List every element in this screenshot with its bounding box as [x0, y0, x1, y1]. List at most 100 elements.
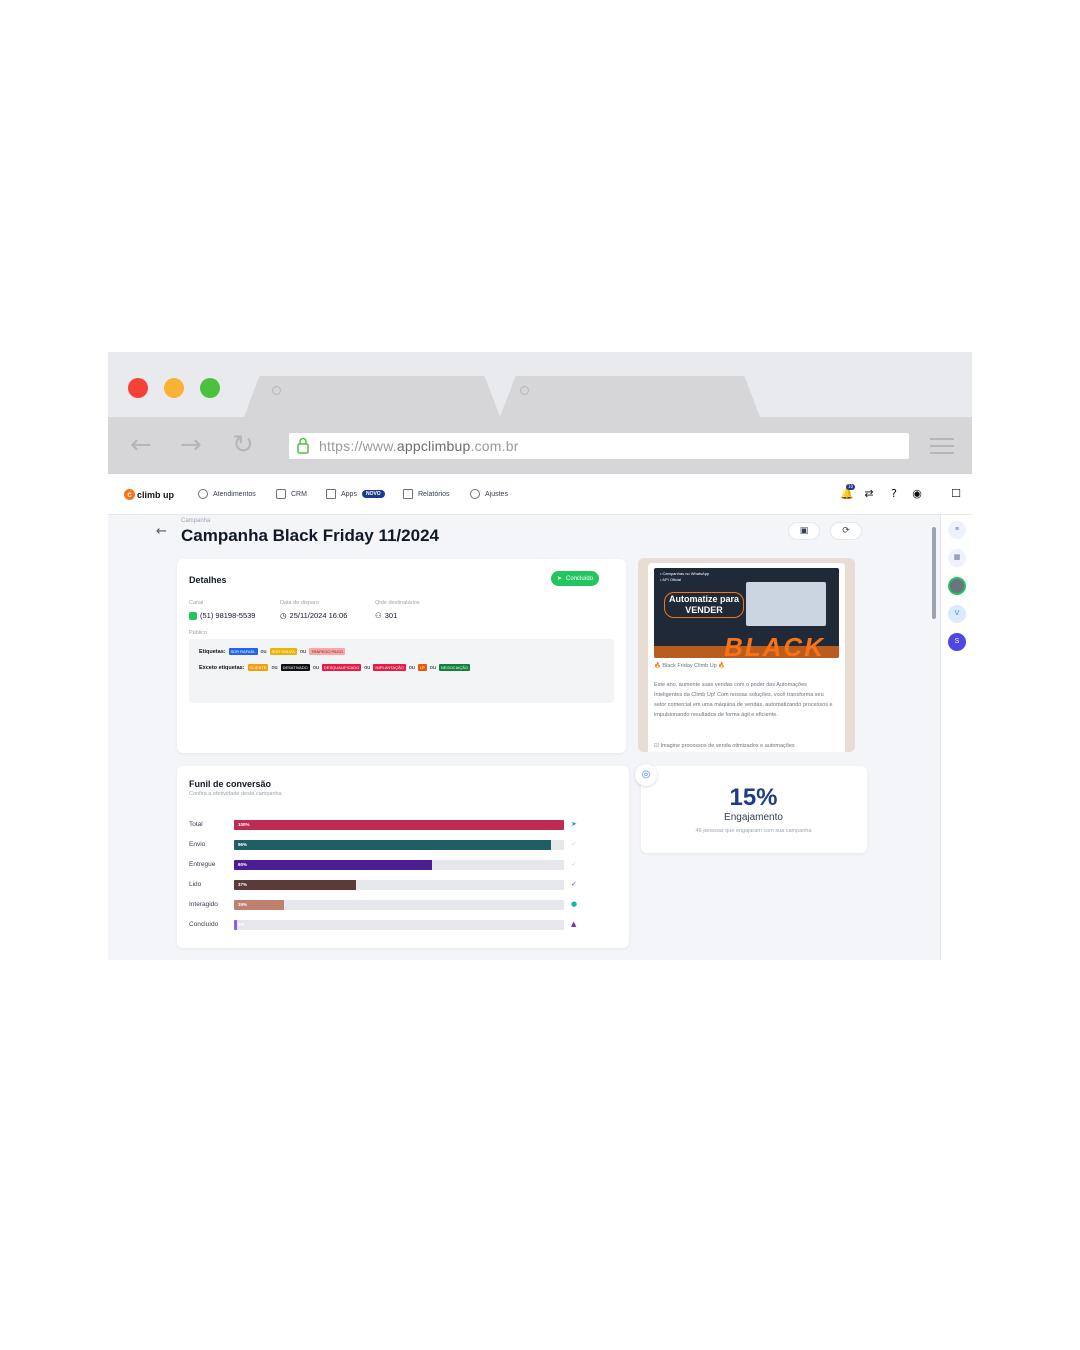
funnel-bar-pct: 60% — [238, 862, 248, 867]
nav-ajustes[interactable]: Ajustes — [470, 489, 508, 499]
funnel-subheading: Confira a efetividade desta campanha — [189, 791, 282, 797]
help-icon[interactable]: ? — [888, 488, 900, 500]
funnel-card: Funil de conversão Confira a efetividade… — [177, 766, 629, 948]
avatar-s[interactable]: S — [948, 633, 966, 651]
funnel-bar-track: 100% — [234, 820, 564, 830]
send-icon: ➤ — [571, 820, 577, 828]
close-window-button[interactable] — [128, 378, 148, 398]
new-badge: NOVO — [361, 490, 385, 498]
clock-icon: ◷ — [280, 611, 287, 620]
engagement-card: ◎ 15% Engajamento 46 pessoas que engajar… — [635, 764, 867, 853]
thumbs-up-icon: ▲ — [571, 920, 577, 928]
audience-tags-box: Etiquetas: SDR RAFAEL ou SDR SOUZA ou TR… — [189, 639, 614, 703]
send-icon: ➤ — [557, 576, 563, 582]
gear-icon — [470, 489, 480, 499]
browser-navbar: ← → ↻ https://www.appclimbup.com.br — [108, 417, 972, 474]
message-title: 🔥 Black Friday Climb Up 🔥 — [654, 663, 726, 669]
promo-screen — [746, 582, 826, 626]
nav-relatorios[interactable]: Relatórios — [403, 489, 450, 499]
browser-window: ← → ↻ https://www.appclimbup.com.br c cli… — [108, 352, 972, 960]
whatsapp-icon — [189, 611, 197, 620]
double-check-icon: ✓ — [571, 860, 577, 868]
breadcrumb[interactable]: Campanha — [181, 518, 210, 524]
funnel-bar-pct: 96% — [238, 842, 248, 847]
export-button[interactable]: ▣ — [788, 522, 820, 540]
funnel-bar-track: 1% — [234, 920, 564, 930]
exclude-tags-row: Exceto etiquetas: CLIENTE ou DESATIVADO … — [199, 664, 471, 671]
date-value: ◷ 25/11/2024 16:06 — [280, 611, 348, 620]
chat-panel-icon[interactable]: ☐ — [950, 488, 962, 500]
funnel-bar: 37% — [234, 880, 357, 890]
forward-button[interactable]: → — [180, 432, 202, 458]
funnel-bar-track: 37% — [234, 880, 564, 890]
tag-chip: LP — [417, 664, 427, 671]
tag-chip: DESQUALIFICADO — [321, 664, 362, 671]
reload-button[interactable]: ↻ — [232, 432, 254, 458]
report-icon — [403, 489, 413, 499]
bell-icon[interactable]: 🔔 10 — [840, 484, 856, 500]
chat-dot-icon: ● — [571, 900, 578, 908]
funnel-bar: 15% — [234, 900, 284, 910]
building-icon[interactable]: ▦ — [948, 549, 966, 567]
browser-menu-icon[interactable] — [930, 438, 954, 454]
avatar-v[interactable]: V — [948, 605, 966, 623]
tag-chip: SDR RAFAEL — [228, 648, 258, 655]
nodes-icon — [276, 489, 286, 499]
promo-top-text: • Campanhas no WhatsApp • API Oficial — [660, 571, 710, 582]
url-text: https://www.appclimbup.com.br — [319, 438, 519, 454]
lock-icon — [297, 437, 309, 454]
page-scrollbar[interactable] — [931, 517, 937, 957]
funnel-bar: 1% — [234, 920, 245, 930]
message-bullet: ☑ Imagine processos de venda otimizados … — [654, 743, 795, 749]
swap-icon[interactable]: ⇄ — [863, 488, 875, 500]
page-back-button[interactable]: ← — [156, 524, 167, 539]
climbup-logo[interactable]: c climb up — [124, 489, 174, 500]
right-sidebar: ≡ ▦ V S — [940, 515, 972, 960]
funnel-row-label: Entregue — [189, 861, 216, 868]
promo-image: • Campanhas no WhatsApp • API Oficial Au… — [654, 568, 839, 658]
tab-close-icon[interactable] — [272, 386, 281, 395]
tab-close-icon[interactable] — [520, 386, 529, 395]
maximize-window-button[interactable] — [200, 378, 220, 398]
list-icon[interactable]: ≡ — [948, 521, 966, 539]
tag-chip: CLIENTE — [247, 664, 269, 671]
status-badge: ➤ Concluído — [551, 571, 600, 586]
tag-chip: TRÁFEGO PAGO — [309, 648, 345, 655]
date-label: Data de disparo — [280, 600, 319, 606]
chat-bubble-icon — [198, 489, 208, 499]
channel-value: (51) 98198-5539 — [189, 611, 255, 620]
recipients-label: Qtde destinatários — [375, 600, 420, 606]
funnel-bar-pct: 1% — [238, 922, 245, 927]
nav-crm[interactable]: CRM — [276, 489, 307, 499]
funnel-row-label: Envio — [189, 841, 206, 848]
nav-atendimentos[interactable]: Atendimentos — [198, 489, 256, 499]
recipients-value: ⚇ 301 — [375, 611, 398, 620]
engagement-subtext: 46 pessoas que engajaram com sua campanh… — [695, 828, 812, 834]
address-bar[interactable]: https://www.appclimbup.com.br — [289, 433, 909, 459]
funnel-row-label: Lido — [189, 881, 202, 888]
back-button[interactable]: ← — [130, 432, 152, 458]
browser-tab-2[interactable] — [500, 376, 760, 417]
users-icon: ⚇ — [375, 611, 382, 620]
funnel-bar-track: 15% — [234, 900, 564, 910]
funnel-heading: Funil de conversão — [189, 779, 272, 789]
grid-icon — [326, 489, 336, 499]
refresh-button[interactable]: ⟳ — [830, 522, 862, 540]
minimize-window-button[interactable] — [164, 378, 184, 398]
message-body: Este ano, aumente suas vendas com o pode… — [654, 682, 833, 718]
app-viewport: c climb up Atendimentos CRM Apps NOVO Rela… — [108, 474, 972, 960]
page-title: Campanha Black Friday 11/2024 — [181, 526, 439, 545]
promo-headline: Automatize para VENDER — [664, 592, 745, 618]
tag-chip: NEGOCIAÇÃO — [438, 664, 471, 671]
double-check-read-icon: ✓ — [571, 880, 577, 888]
nav-apps[interactable]: Apps NOVO — [326, 489, 385, 499]
promo-black-text: BLACK — [724, 632, 825, 658]
browser-tab-1[interactable] — [244, 376, 500, 417]
funnel-bar-track: 60% — [234, 860, 564, 870]
message-preview[interactable]: • Campanhas no WhatsApp • API Oficial Au… — [638, 558, 855, 752]
avatar[interactable] — [948, 577, 966, 595]
tag-chip: IMPLANTAÇÃO — [373, 664, 406, 671]
user-account-icon[interactable]: ◉ — [911, 488, 923, 500]
funnel-bar-pct: 100% — [238, 822, 250, 827]
channel-label: Canal — [189, 600, 204, 606]
